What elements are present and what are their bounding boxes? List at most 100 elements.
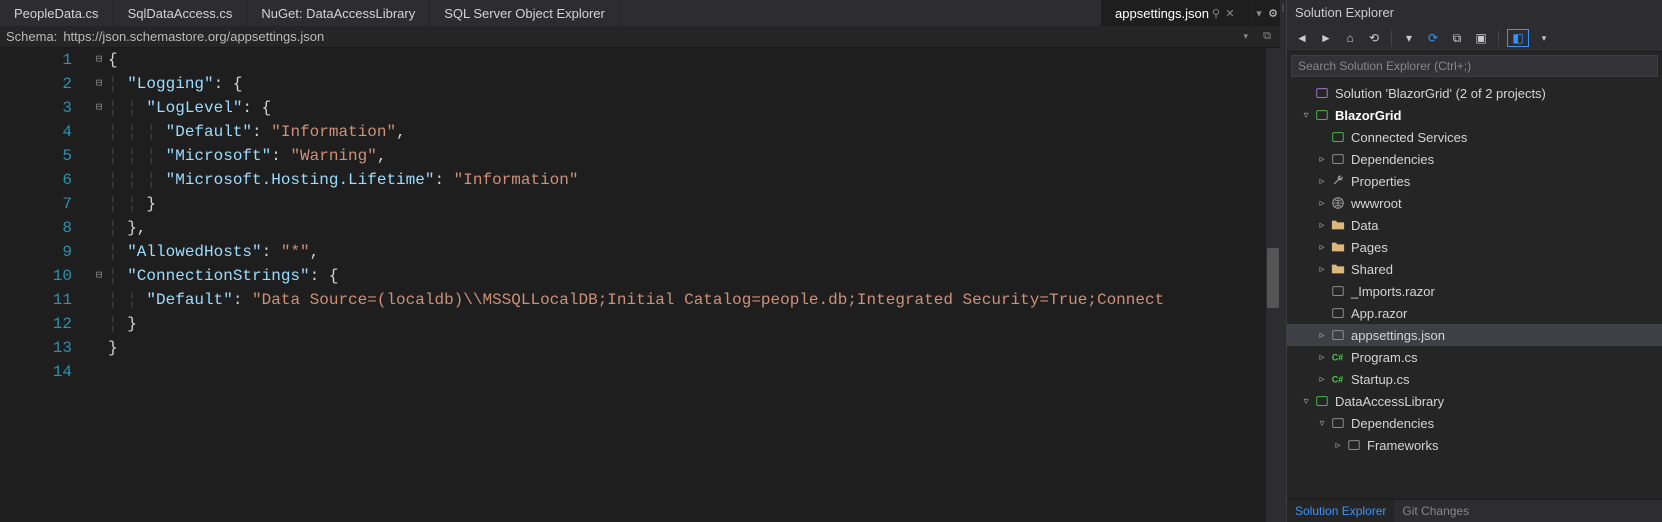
razor-icon: [1329, 305, 1347, 321]
expand-arrow-icon[interactable]: ▹: [1315, 154, 1329, 165]
expand-arrow-icon[interactable]: ▹: [1315, 220, 1329, 231]
globe-icon: [1329, 195, 1347, 211]
deps-icon: [1329, 415, 1347, 431]
scrollbar-thumb[interactable]: [1267, 248, 1279, 308]
home-icon[interactable]: ⌂: [1341, 29, 1359, 47]
tree-item[interactable]: ▹wwwroot: [1287, 192, 1662, 214]
sync-icon[interactable]: ⟲: [1365, 29, 1383, 47]
tree-item-label: DataAccessLibrary: [1335, 394, 1444, 409]
expand-arrow-icon[interactable]: ▹: [1315, 198, 1329, 209]
expand-arrow-icon[interactable]: ▹: [1315, 330, 1329, 341]
tree-item[interactable]: ▹ Dependencies: [1287, 148, 1662, 170]
solution-tree[interactable]: Solution 'BlazorGrid' (2 of 2 projects) ▿…: [1287, 80, 1662, 499]
schema-label: Schema:: [6, 29, 57, 44]
cs-icon: C#: [1329, 371, 1347, 387]
tab[interactable]: NuGet: DataAccessLibrary: [247, 0, 430, 26]
expand-arrow-icon[interactable]: ▿: [1315, 418, 1329, 429]
split-icon[interactable]: ⧉: [1260, 30, 1274, 44]
razor-icon: [1329, 283, 1347, 299]
tree-item-label: Connected Services: [1351, 130, 1467, 145]
tree-item[interactable]: ▹Shared: [1287, 258, 1662, 280]
search-input[interactable]: Search Solution Explorer (Ctrl+;): [1291, 55, 1658, 77]
expand-arrow-icon[interactable]: ▹: [1315, 352, 1329, 363]
cs-icon: C#: [1329, 349, 1347, 365]
forward-icon[interactable]: ►: [1317, 29, 1335, 47]
tree-item-label: _Imports.razor: [1351, 284, 1435, 299]
editor-pane: PeopleData.csSqlDataAccess.csNuGet: Data…: [0, 0, 1280, 522]
tree-item-label: Dependencies: [1351, 152, 1434, 167]
solution-icon: [1313, 85, 1331, 101]
expand-arrow-icon[interactable]: ▿: [1299, 396, 1313, 407]
tree-item[interactable]: ▹C# Startup.cs: [1287, 368, 1662, 390]
tree-item[interactable]: ▿ DataAccessLibrary: [1287, 390, 1662, 412]
explorer-toolbar: ◄ ► ⌂ ⟲ ▾ ⟳ ⧉ ▣ ◧ ▾: [1287, 25, 1662, 52]
code-editor[interactable]: 1234567891011121314 ⊟⊟⊟⊟ {¦ "Logging": {…: [0, 48, 1280, 522]
refresh-icon[interactable]: ⟳: [1424, 29, 1442, 47]
tree-item[interactable]: ▹C# Program.cs: [1287, 346, 1662, 368]
panel-tabs: Solution Explorer Git Changes: [1287, 499, 1662, 522]
tree-item-label: Data: [1351, 218, 1378, 233]
fold-column[interactable]: ⊟⊟⊟⊟: [90, 48, 108, 522]
tree-item[interactable]: ▹ appsettings.json: [1287, 324, 1662, 346]
tab-git-changes[interactable]: Git Changes: [1394, 500, 1477, 522]
tree-item[interactable]: ▹ Pages: [1287, 236, 1662, 258]
tab-solution-explorer[interactable]: Solution Explorer: [1287, 500, 1394, 522]
folder-icon: [1329, 217, 1347, 233]
gear-icon[interactable]: ⚙: [1266, 6, 1280, 20]
collapse-icon[interactable]: ⧉: [1448, 29, 1466, 47]
code-content[interactable]: {¦ "Logging": {¦ ¦ "LogLevel": {¦ ¦ ¦ "D…: [108, 48, 1280, 522]
tree-item[interactable]: App.razor: [1287, 302, 1662, 324]
tree-item[interactable]: _Imports.razor: [1287, 280, 1662, 302]
library-icon: [1313, 393, 1331, 409]
chevron-down-icon[interactable]: ▾: [1535, 29, 1553, 47]
tree-item[interactable]: ▿ BlazorGrid: [1287, 104, 1662, 126]
tab-active[interactable]: appsettings.json ⚲ ✕: [1101, 2, 1252, 25]
schema-bar: Schema: https://json.schemastore.org/app…: [0, 26, 1280, 48]
expand-arrow-icon[interactable]: ▹: [1315, 176, 1329, 187]
tree-item-label: Properties: [1351, 174, 1410, 189]
expand-arrow-icon[interactable]: ▹: [1331, 440, 1345, 451]
schema-dropdown-icon[interactable]: ▾: [1243, 31, 1254, 42]
tree-item[interactable]: ▹ Properties: [1287, 170, 1662, 192]
tree-item-label: BlazorGrid: [1335, 108, 1401, 123]
expand-arrow-icon[interactable]: ▹: [1315, 264, 1329, 275]
tree-item[interactable]: Connected Services: [1287, 126, 1662, 148]
tree-item-label: Solution 'BlazorGrid' (2 of 2 projects): [1335, 86, 1546, 101]
tree-item[interactable]: ▹ Frameworks: [1287, 434, 1662, 456]
json-icon: [1329, 327, 1347, 343]
pin-icon[interactable]: ⚲: [1209, 6, 1223, 20]
tree-item[interactable]: Solution 'BlazorGrid' (2 of 2 projects): [1287, 82, 1662, 104]
expand-arrow-icon[interactable]: ▿: [1299, 110, 1313, 121]
properties-icon[interactable]: ◧: [1507, 29, 1529, 47]
folder-icon: [1329, 261, 1347, 277]
tree-item-label: Pages: [1351, 240, 1388, 255]
expand-arrow-icon[interactable]: ▹: [1315, 374, 1329, 385]
project-icon: [1313, 107, 1331, 123]
show-all-icon[interactable]: ▣: [1472, 29, 1490, 47]
filter-icon[interactable]: ▾: [1400, 29, 1418, 47]
tree-item-label: appsettings.json: [1351, 328, 1445, 343]
expand-arrow-icon[interactable]: ▹: [1315, 242, 1329, 253]
tab[interactable]: SqlDataAccess.cs: [114, 0, 248, 26]
tab[interactable]: SQL Server Object Explorer: [430, 0, 620, 26]
folder-icon: [1329, 239, 1347, 255]
svg-text:C#: C#: [1332, 375, 1343, 385]
connected-icon: [1329, 129, 1347, 145]
scrollbar-vertical[interactable]: [1266, 48, 1280, 522]
tree-item[interactable]: ▹ Data: [1287, 214, 1662, 236]
tab[interactable]: PeopleData.cs: [0, 0, 114, 26]
tree-item[interactable]: ▿Dependencies: [1287, 412, 1662, 434]
frame-icon: [1345, 437, 1363, 453]
deps-icon: [1329, 151, 1347, 167]
back-icon[interactable]: ◄: [1293, 29, 1311, 47]
tree-item-label: Frameworks: [1367, 438, 1439, 453]
panel-title: Solution Explorer: [1287, 0, 1662, 25]
document-tabs: PeopleData.csSqlDataAccess.csNuGet: Data…: [0, 0, 1280, 26]
tree-item-label: Program.cs: [1351, 350, 1417, 365]
schema-url[interactable]: https://json.schemastore.org/appsettings…: [63, 29, 324, 44]
tree-item-label: Startup.cs: [1351, 372, 1410, 387]
close-icon[interactable]: ✕: [1223, 6, 1237, 20]
chevron-down-icon[interactable]: ▾: [1252, 6, 1266, 20]
solution-explorer: Solution Explorer ◄ ► ⌂ ⟲ ▾ ⟳ ⧉ ▣ ◧ ▾ Se…: [1286, 0, 1662, 522]
line-gutter: 1234567891011121314: [0, 48, 90, 522]
